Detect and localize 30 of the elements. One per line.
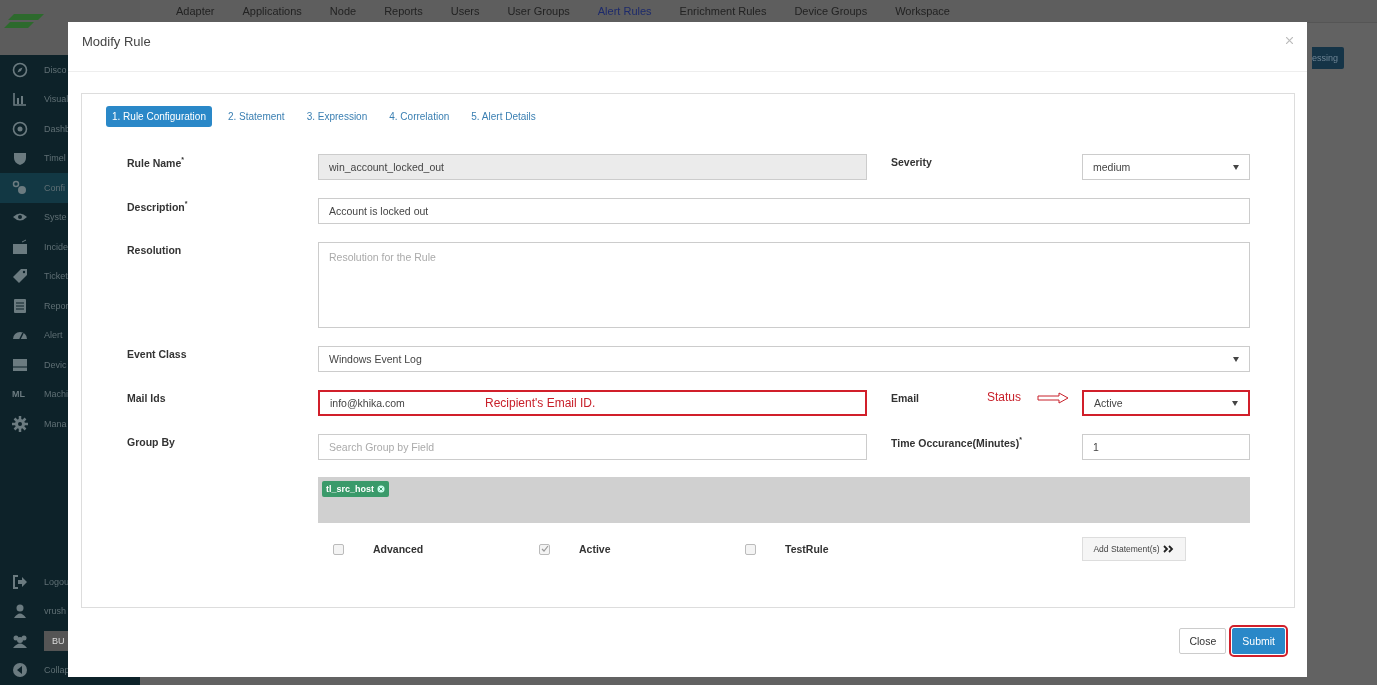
field-label: Severity — [891, 155, 933, 170]
field-label: Email — [891, 391, 919, 404]
sidebar-label: Syste — [44, 212, 67, 223]
field-label: Time Occurance(Minutes)$^{*}$ — [891, 435, 1023, 451]
sidebar-label: Mana — [44, 418, 67, 429]
sidebar-label: Repor — [44, 300, 69, 311]
field-label: Event Class — [127, 347, 188, 362]
field-label: Description$^{*}$ — [127, 199, 189, 215]
modal-title: Modify Rule — [82, 34, 151, 49]
annotation-text: Status — [987, 390, 1022, 404]
sidebar-label: Devic — [44, 359, 67, 370]
checkbox-label: TestRule — [785, 543, 829, 555]
checkbox-label: Advanced — [373, 543, 424, 555]
sidebar-label: Timel — [44, 153, 66, 164]
field-label: Group By — [127, 435, 176, 450]
sidebar-label: Logou — [44, 576, 70, 587]
sidebar-label: Alert — [44, 330, 63, 341]
sidebar-label: Confi — [44, 182, 65, 193]
sidebar-label: Ticket — [44, 271, 68, 282]
field-label: Mail Ids — [127, 391, 167, 406]
sidebar-label: Disco — [44, 64, 67, 75]
sidebar-label: vrush — [44, 606, 66, 617]
sidebar-label: Machi — [44, 389, 68, 400]
icon-text: ML — [12, 389, 26, 400]
annotation-text: Recipient's Email ID. — [485, 396, 596, 410]
field-label: Rule Name$^{*}$ — [127, 155, 185, 171]
sidebar-label: Visual — [44, 94, 69, 105]
checkbox-label: Active — [579, 543, 611, 555]
field-label: Resolution — [127, 243, 183, 258]
sidebar-label: Incide — [44, 241, 69, 252]
